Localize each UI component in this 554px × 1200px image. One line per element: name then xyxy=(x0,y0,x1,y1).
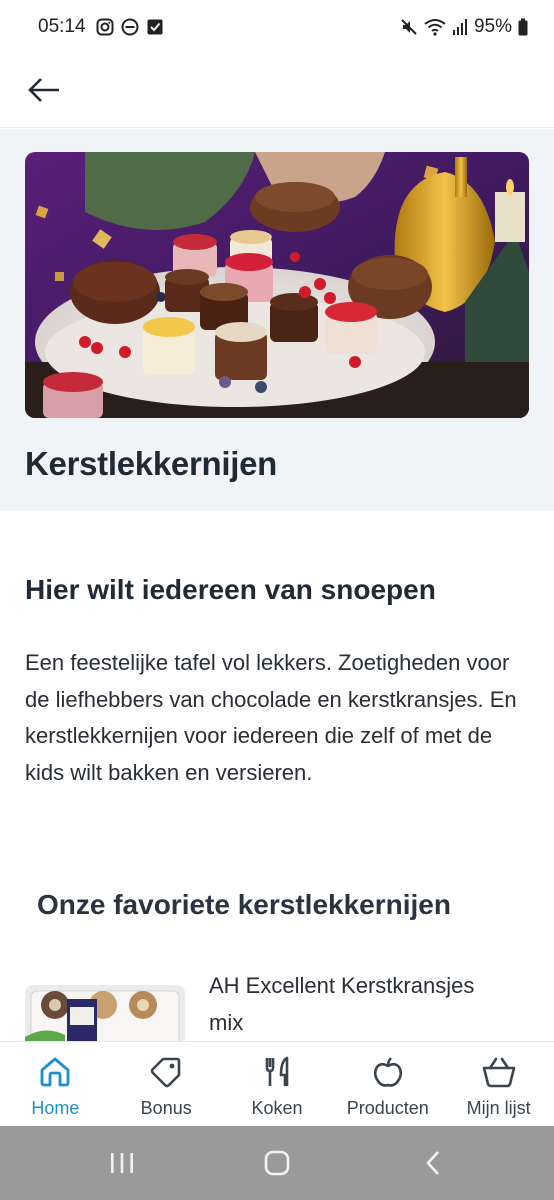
nav-koken-label: Koken xyxy=(251,1098,303,1118)
main-content: Hier wilt iedereen van snoepen Een feest… xyxy=(0,511,554,1041)
product-card[interactable]: AH Excellent Kerstkransjes mix xyxy=(25,963,535,1041)
back-button[interactable] xyxy=(22,68,66,112)
page-title: Kerstlekkernijen xyxy=(25,445,277,482)
basket-icon xyxy=(481,1054,517,1090)
recents-button[interactable] xyxy=(102,1146,142,1180)
tag-icon xyxy=(148,1054,184,1090)
product-image xyxy=(25,985,185,1041)
hero-section: Kerstlekkernijen xyxy=(0,129,554,511)
status-notification-icons xyxy=(96,18,164,36)
bottom-navigation: Home Bonus Koken Producten Mijn lijst xyxy=(0,1041,554,1126)
status-system-icons: 95% xyxy=(400,16,528,38)
nav-producten[interactable]: Producten xyxy=(332,1042,443,1126)
home-icon xyxy=(37,1054,73,1090)
nav-koken[interactable]: Koken xyxy=(222,1042,333,1126)
signal-icon xyxy=(452,19,467,35)
apple-icon xyxy=(370,1054,406,1090)
section-heading: Hier wilt iedereen van snoepen xyxy=(25,574,436,605)
back-chevron-icon xyxy=(426,1151,439,1175)
home-circle-icon xyxy=(264,1150,290,1176)
intro-text: Een feestelijke tafel vol lekkers. Zoeti… xyxy=(25,650,517,785)
product-name: AH Excellent Kerstkransjes mix xyxy=(209,973,475,1035)
recents-icon xyxy=(111,1153,133,1173)
christmas-treats-photo xyxy=(25,152,529,418)
nav-home[interactable]: Home xyxy=(0,1042,111,1126)
status-bar: 05:14 95% xyxy=(0,0,554,56)
status-time: 05:14 xyxy=(38,16,86,37)
nav-mijn-lijst-label: Mijn lijst xyxy=(466,1098,531,1118)
favorites-heading: Onze favoriete kerstlekkernijen xyxy=(37,889,451,920)
do-not-disturb-icon xyxy=(121,18,139,36)
system-navigation-bar xyxy=(0,1126,554,1200)
nav-mijn-lijst[interactable]: Mijn lijst xyxy=(443,1042,554,1126)
system-back-button[interactable] xyxy=(413,1146,453,1180)
battery-icon xyxy=(518,18,528,36)
app-header xyxy=(0,56,554,128)
battery-percentage: 95% xyxy=(473,16,512,37)
nav-bonus-label: Bonus xyxy=(140,1098,192,1118)
mute-icon xyxy=(401,19,417,35)
nav-bonus[interactable]: Bonus xyxy=(111,1042,222,1126)
nav-home-label: Home xyxy=(31,1098,80,1118)
hero-image xyxy=(25,152,529,418)
nav-producten-label: Producten xyxy=(346,1098,429,1118)
cutlery-icon xyxy=(259,1054,295,1090)
system-home-button[interactable] xyxy=(257,1146,297,1180)
checkbox-icon xyxy=(147,19,163,35)
instagram-icon xyxy=(96,18,114,36)
back-arrow-icon xyxy=(28,78,59,102)
wifi-icon xyxy=(424,19,446,36)
